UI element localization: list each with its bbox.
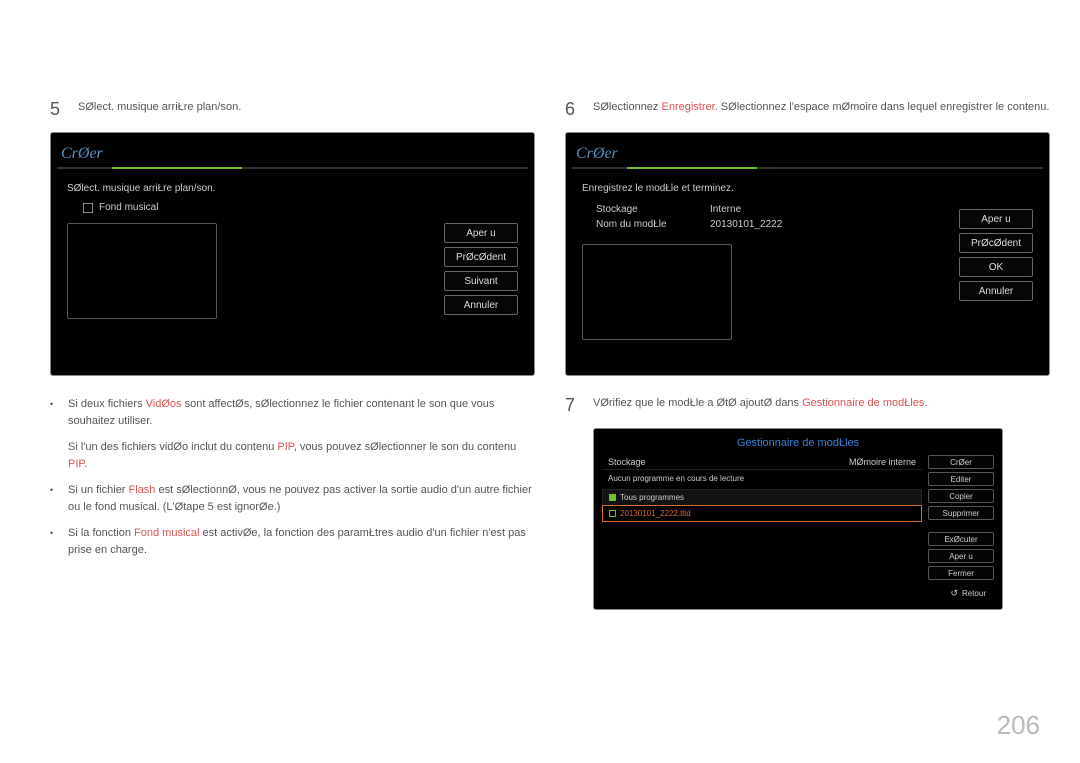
button-stack: Aper u PrØcØdent Suivant Annuler	[444, 223, 518, 315]
note-item: • Si la fonction Fond musical est activØ…	[50, 525, 535, 558]
create-panel-step6: CrØer Enregistrez le modŁle et terminez.…	[565, 132, 1050, 376]
step-number: 5	[50, 100, 78, 118]
copy-button[interactable]: Copier	[928, 489, 994, 503]
checkbox-icon	[83, 203, 93, 213]
step-number: 7	[565, 396, 593, 414]
file-icon	[609, 510, 616, 517]
mini-body: Stockage MØmoire interne Aucun programme…	[598, 455, 998, 580]
run-button[interactable]: ExØcuter	[928, 532, 994, 546]
note-text: Si l'un des fichiers vidØo inclut du con…	[68, 439, 535, 472]
create-panel-step5: CrØer SØlect. musique arriŁre plan/son. …	[50, 132, 535, 376]
document-page: 5 SØlect. musique arriŁre plan/son. CrØe…	[0, 0, 1080, 763]
panel-accent-bar	[57, 167, 528, 169]
notes-list: • Si deux fichiers VidØos sont affectØs,…	[50, 396, 535, 558]
columns: 5 SØlect. musique arriŁre plan/son. CrØe…	[50, 100, 1050, 610]
note-text: Si deux fichiers VidØos sont affectØs, s…	[68, 396, 535, 429]
page-number: 206	[997, 710, 1040, 741]
ok-button[interactable]: OK	[959, 257, 1033, 277]
button-stack: Aper u PrØcØdent OK Annuler	[959, 209, 1033, 301]
panel-body: SØlect. musique arriŁre plan/son. Fond m…	[57, 179, 528, 369]
note-item: • Si un fichier Flash est sØlectionnØ, v…	[50, 482, 535, 515]
bullet-icon: •	[50, 396, 68, 429]
panel-body: Enregistrez le modŁle et terminez. Stock…	[572, 179, 1043, 369]
delete-button[interactable]: Supprimer	[928, 506, 994, 520]
note-text: Si la fonction Fond musical est activØe,…	[68, 525, 535, 558]
panel-instruction: SØlect. musique arriŁre plan/son.	[67, 183, 518, 194]
return-icon: ↺	[950, 588, 958, 599]
close-button[interactable]: Fermer	[928, 566, 994, 580]
mini-status: Aucun programme en cours de lecture	[602, 470, 922, 489]
folder-icon	[609, 494, 616, 501]
mini-left: Stockage MØmoire interne Aucun programme…	[602, 455, 922, 580]
template-manager-panel: Gestionnaire de modŁles Stockage MØmoire…	[593, 428, 1003, 610]
cancel-button[interactable]: Annuler	[959, 281, 1033, 301]
storage-label: Stockage	[608, 457, 646, 467]
background-music-checkbox[interactable]: Fond musical	[67, 202, 518, 213]
checkbox-label: Fond musical	[99, 202, 158, 213]
list-header[interactable]: Tous programmes	[602, 489, 922, 505]
step-number: 6	[565, 100, 593, 118]
storage-value: MØmoire interne	[849, 457, 916, 467]
return-label[interactable]: Retour	[962, 589, 986, 598]
storage-value: Interne	[710, 204, 741, 215]
panel-title: CrØer	[572, 139, 1043, 167]
left-column: 5 SØlect. musique arriŁre plan/son. CrØe…	[50, 100, 535, 610]
preview-button[interactable]: Aper u	[928, 549, 994, 563]
mini-button-stack: CrØer Editer Copier Supprimer ExØcuter A…	[928, 455, 994, 580]
preview-area	[582, 244, 732, 340]
note-item: Si l'un des fichiers vidØo inclut du con…	[50, 439, 535, 472]
template-name-value: 20130101_2222	[710, 219, 782, 230]
mini-footer: ↺ Retour	[598, 580, 998, 601]
preview-area	[67, 223, 217, 319]
panel-accent-bar	[572, 167, 1043, 169]
step-6: 6 SØlectionnez Enregistrer. SØlectionnez…	[565, 100, 1050, 118]
preview-button[interactable]: Aper u	[959, 209, 1033, 229]
cancel-button[interactable]: Annuler	[444, 295, 518, 315]
file-name: 20130101_2222.tltd	[620, 509, 691, 518]
previous-button[interactable]: PrØcØdent	[959, 233, 1033, 253]
step-5: 5 SØlect. musique arriŁre plan/son.	[50, 100, 535, 118]
previous-button[interactable]: PrØcØdent	[444, 247, 518, 267]
template-name-label: Nom du modŁle	[596, 219, 686, 230]
bullet-icon: •	[50, 525, 68, 558]
step-text: SØlectionnez Enregistrer. SØlectionnez l…	[593, 100, 1050, 115]
note-item: • Si deux fichiers VidØos sont affectØs,…	[50, 396, 535, 429]
step-text: VØrifiez que le modŁle a ØtØ ajoutØ dans…	[593, 396, 1050, 411]
template-file-row[interactable]: 20130101_2222.tltd	[602, 505, 922, 522]
bullet-icon: •	[50, 482, 68, 515]
create-button[interactable]: CrØer	[928, 455, 994, 469]
mini-top-row: Stockage MØmoire interne	[602, 455, 922, 470]
panel-title: CrØer	[57, 139, 528, 167]
edit-button[interactable]: Editer	[928, 472, 994, 486]
storage-label: Stockage	[596, 204, 686, 215]
next-button[interactable]: Suivant	[444, 271, 518, 291]
preview-button[interactable]: Aper u	[444, 223, 518, 243]
note-text: Si un fichier Flash est sØlectionnØ, vou…	[68, 482, 535, 515]
mini-title: Gestionnaire de modŁles	[598, 433, 998, 455]
step-7: 7 VØrifiez que le modŁle a ØtØ ajoutØ da…	[565, 396, 1050, 414]
right-column: 6 SØlectionnez Enregistrer. SØlectionnez…	[565, 100, 1050, 610]
step-text: SØlect. musique arriŁre plan/son.	[78, 100, 535, 115]
panel-instruction: Enregistrez le modŁle et terminez.	[582, 183, 1033, 194]
list-header-label: Tous programmes	[620, 493, 684, 502]
